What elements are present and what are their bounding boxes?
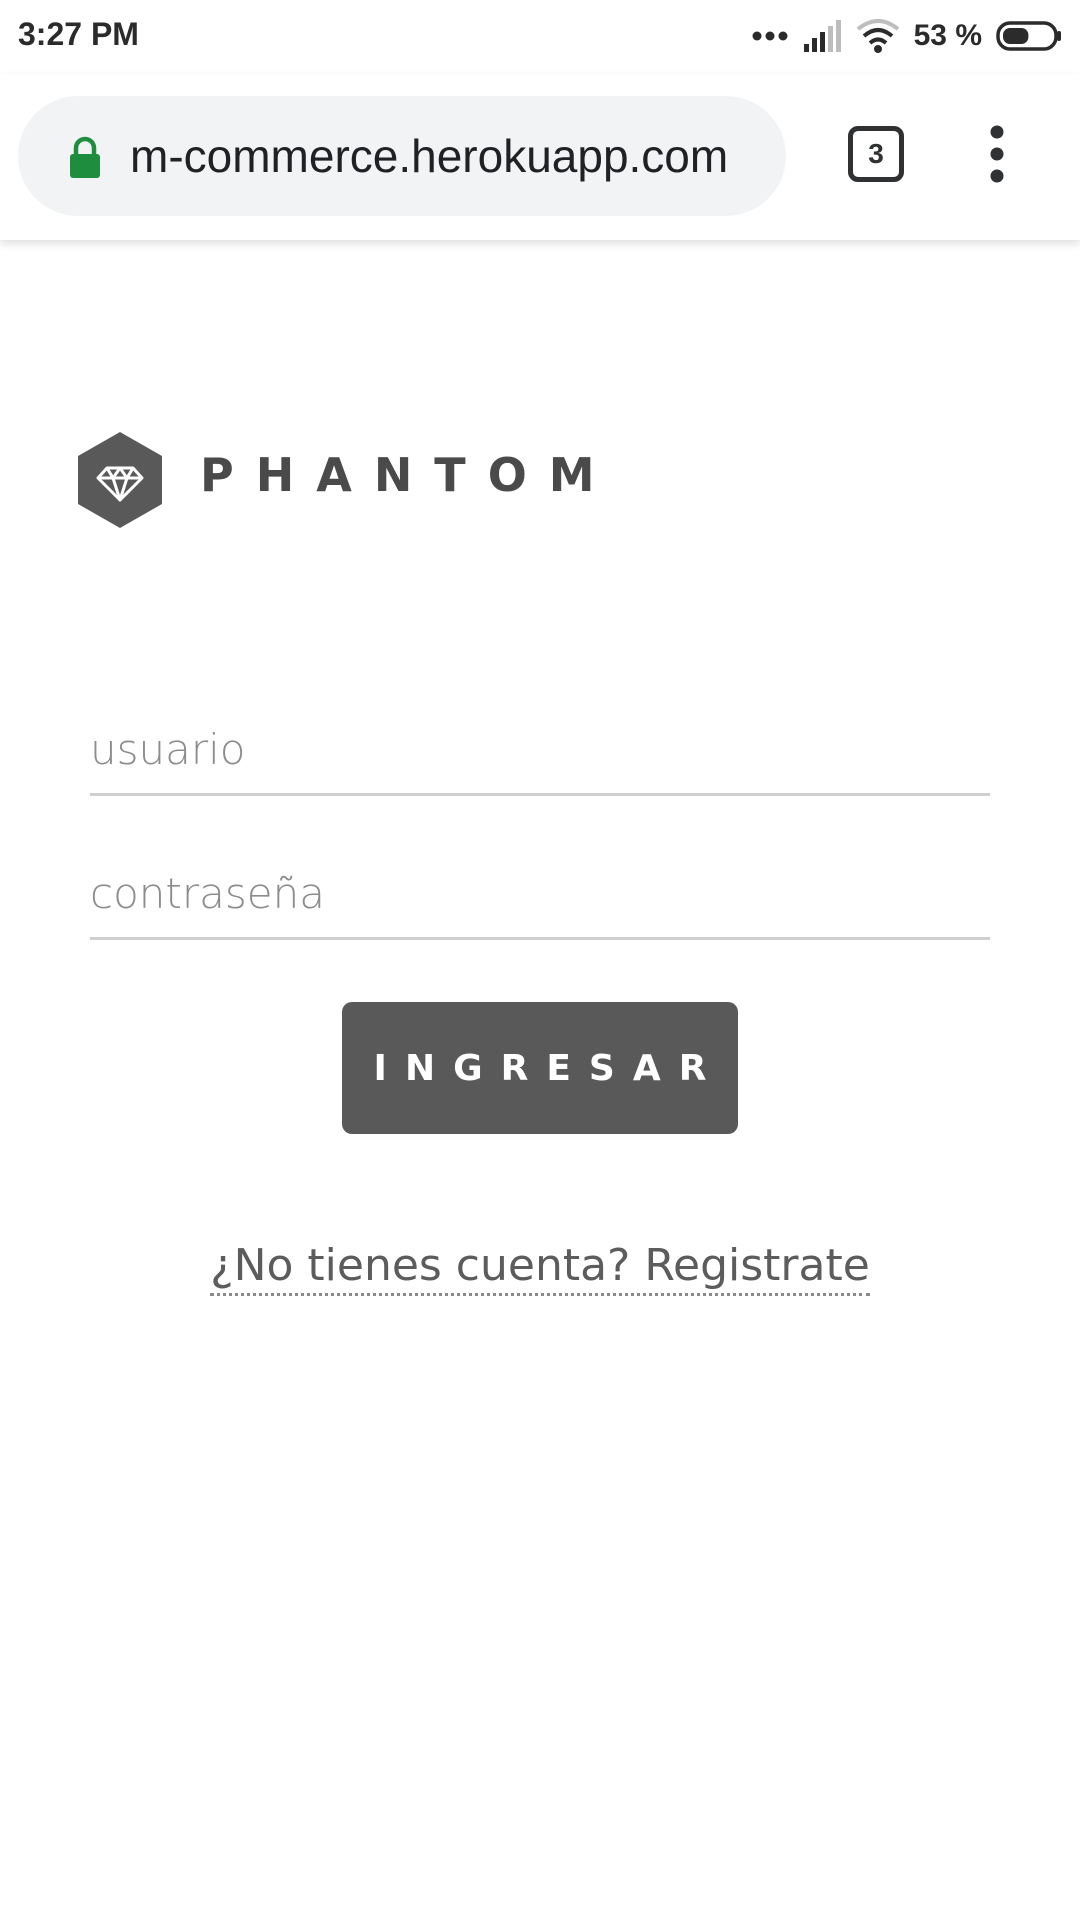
tab-count: 3	[868, 138, 884, 169]
register-link[interactable]: ¿No tienes cuenta? Registrate	[210, 1240, 870, 1296]
status-icons: 53 %	[752, 14, 1062, 58]
url-text[interactable]: m-commerce.herokuapp.com	[130, 96, 728, 216]
password-input[interactable]	[90, 850, 990, 940]
username-input[interactable]	[90, 706, 990, 796]
status-time: 3:27 PM	[18, 16, 139, 52]
tabs-icon[interactable]: 3	[848, 126, 904, 182]
signal-dots-icon	[752, 31, 788, 41]
browser-toolbar: m-commerce.herokuapp.com 3	[0, 74, 1080, 240]
register-link-row: ¿No tienes cuenta? Registrate	[0, 1240, 1080, 1296]
wifi-icon	[856, 19, 899, 53]
battery-percent: 53 %	[913, 19, 982, 52]
diamond-logo-icon	[78, 432, 162, 528]
cell-signal-icon	[803, 20, 841, 52]
address-bar[interactable]: m-commerce.herokuapp.com	[18, 96, 786, 216]
overflow-menu-icon[interactable]	[972, 124, 1022, 184]
lock-icon	[70, 136, 100, 178]
login-button[interactable]: INGRESAR	[342, 1002, 738, 1134]
brand-name: PHANTOM	[200, 448, 617, 502]
battery-icon	[996, 21, 1061, 51]
status-bar: 3:27 PM 53 %	[0, 0, 1080, 74]
